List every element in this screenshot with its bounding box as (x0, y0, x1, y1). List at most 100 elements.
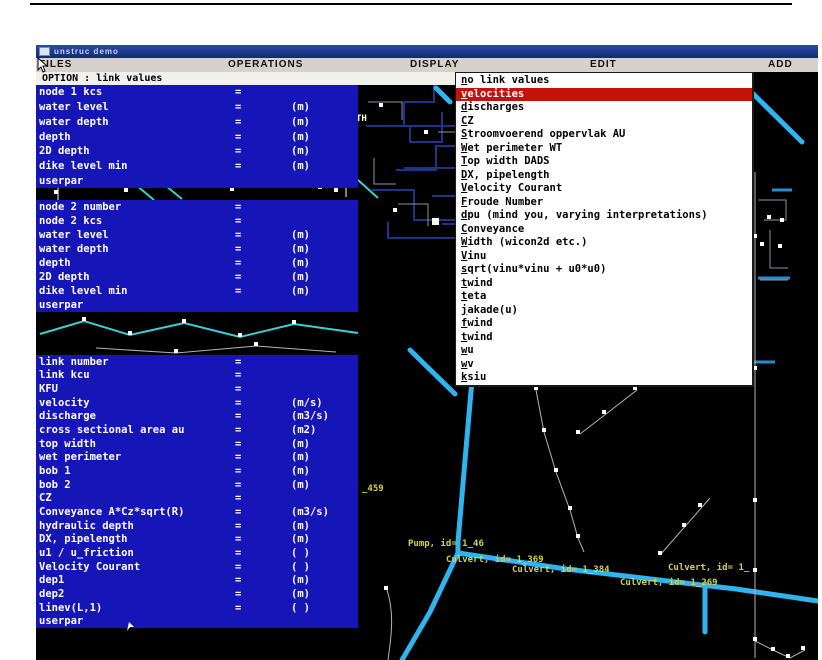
hotkey-letter: t (461, 290, 468, 302)
menu-add[interactable]: ADD (768, 59, 793, 70)
dropdown-item-selected[interactable]: velocities (456, 87, 752, 101)
hotkey-letter: j (461, 303, 468, 316)
menu-operations[interactable]: OPERATIONS (228, 59, 303, 70)
equals-sign: = (235, 478, 242, 491)
value-label: discharge (39, 410, 96, 423)
dropdown-item[interactable]: fwind (456, 317, 752, 331)
hotkey-letter: d (461, 209, 468, 221)
dropdown-item[interactable]: wv (456, 358, 752, 372)
hotkey-letter: W (461, 141, 468, 154)
hotkey-letter: V (461, 249, 468, 262)
value-row: link kcu = (36, 369, 358, 383)
node-2-values-panel: node 2 number = node 2 kcs = water level = (m)… (36, 200, 358, 312)
hotkey-letter: T (461, 155, 468, 167)
value-label: 2D depth (39, 271, 90, 283)
window-titlebar[interactable]: unstruc demo (36, 45, 818, 58)
value-label: node 2 number (39, 201, 122, 213)
dropdown-item[interactable]: teta (456, 290, 752, 304)
value-label: dep1 (39, 574, 65, 587)
value-unit: ( ) (291, 560, 310, 573)
dropdown-item[interactable]: Stroomvoerend oppervlak AU (456, 128, 752, 142)
dropdown-item[interactable]: Width (wicon2d etc.) (456, 236, 752, 250)
value-row: cross sectional area au = (m2) (36, 423, 358, 437)
hotkey-letter: C (461, 114, 468, 127)
value-label: CZ (39, 492, 52, 505)
value-row: KFU = (36, 382, 358, 396)
value-label: KFU (39, 383, 58, 396)
equals-sign: = (235, 519, 242, 532)
value-row: userpar (36, 614, 358, 628)
dropdown-item[interactable]: Velocity Courant (456, 182, 752, 196)
dropdown-item[interactable]: Froude Number (456, 196, 752, 210)
dropdown-item[interactable]: wu (456, 344, 752, 358)
equals-sign: = (235, 465, 242, 478)
dropdown-item[interactable]: Vinu (456, 250, 752, 264)
value-unit: (m) (291, 451, 310, 464)
value-row: top width = (m) (36, 437, 358, 451)
hotkey-letter: k (461, 371, 468, 383)
dropdown-item[interactable]: Top width DADS (456, 155, 752, 169)
value-label: link kcu (39, 369, 90, 382)
hotkey-letter: f (461, 317, 468, 329)
equals-sign: = (235, 159, 242, 172)
equals-sign: = (235, 424, 242, 437)
value-label: water depth (39, 115, 109, 128)
dropdown-item[interactable]: ksiu (456, 371, 752, 385)
menu-display[interactable]: DISPLAY (410, 59, 459, 70)
page: unstruc demo FILES OPERATIONS DISPLAY EDIT A… (0, 0, 822, 660)
dropdown-item[interactable]: DX, pipelength (456, 169, 752, 183)
dropdown-item[interactable]: dpu (mind you, varying interpretations) (456, 209, 752, 223)
value-label: bob 1 (39, 465, 71, 478)
dropdown-item[interactable]: no link values (456, 74, 752, 88)
menu-bar: FILES OPERATIONS DISPLAY EDIT ADD (36, 58, 818, 73)
map-label: Pump, id= 1_46 (408, 539, 484, 549)
menu-edit[interactable]: EDIT (590, 59, 617, 70)
equals-sign: = (235, 533, 242, 546)
dropdown-item[interactable]: discharges (456, 101, 752, 115)
value-label: userpar (39, 299, 84, 311)
value-unit: (m) (291, 478, 310, 491)
dropdown-item[interactable]: Wet perimeter WT (456, 142, 752, 156)
hotkey-letter: n (461, 74, 468, 86)
value-row: dep2 = (m) (36, 587, 358, 601)
map-label: Culvert, id= 1_269 (620, 578, 718, 588)
window-icon (39, 47, 50, 56)
dropdown-item[interactable]: sqrt(vinu*vinu + u0*u0) (456, 263, 752, 277)
value-row: bob 2 = (m) (36, 478, 358, 492)
value-row: discharge = (m3/s) (36, 410, 358, 424)
value-unit: (m) (291, 519, 310, 532)
dropdown-item[interactable]: Conveyance (456, 223, 752, 237)
value-label: linev(L,1) (39, 601, 103, 614)
value-label: userpar (39, 174, 84, 187)
value-label: dep2 (39, 587, 65, 600)
value-label: dike level min (39, 159, 128, 172)
value-row: water level = (m) (36, 228, 358, 242)
value-row: node 2 number = (36, 200, 358, 214)
equals-sign: = (235, 86, 242, 99)
value-label: velocity (39, 396, 90, 409)
map-label: Culvert, id= 1_ (668, 563, 750, 573)
dropdown-item[interactable]: jakade(u) (456, 304, 752, 318)
equals-sign: = (235, 243, 242, 255)
value-row: hydraulic depth = (m) (36, 519, 358, 533)
dropdown-item[interactable]: CZ (456, 115, 752, 129)
link-values-dropdown: no link values velocities discharges CZ Stro… (455, 72, 754, 387)
dropdown-item[interactable]: twind (456, 331, 752, 345)
equals-sign: = (235, 285, 242, 297)
hotkey-letter: d (461, 101, 468, 113)
value-row: Velocity Courant = ( ) (36, 560, 358, 574)
dropdown-item[interactable]: twind (456, 277, 752, 291)
hotkey-letter: s (461, 263, 468, 275)
app-window: unstruc demo FILES OPERATIONS DISPLAY EDIT A… (36, 45, 818, 660)
equals-sign: = (235, 437, 242, 450)
value-row: dike level min = (m) (36, 284, 358, 298)
value-unit: (m) (291, 229, 310, 241)
equals-sign: = (235, 130, 242, 143)
value-unit: (m/s) (291, 396, 323, 409)
value-label: wet perimeter (39, 451, 122, 464)
hotkey-letter: v (461, 87, 468, 100)
value-unit: (m) (291, 115, 310, 128)
hotkey-letter: w (461, 344, 468, 356)
equals-sign: = (235, 492, 242, 505)
content-area: TH _459 Pump, id= 1_46 Culvert, id= 1_369 Cu… (36, 72, 818, 660)
